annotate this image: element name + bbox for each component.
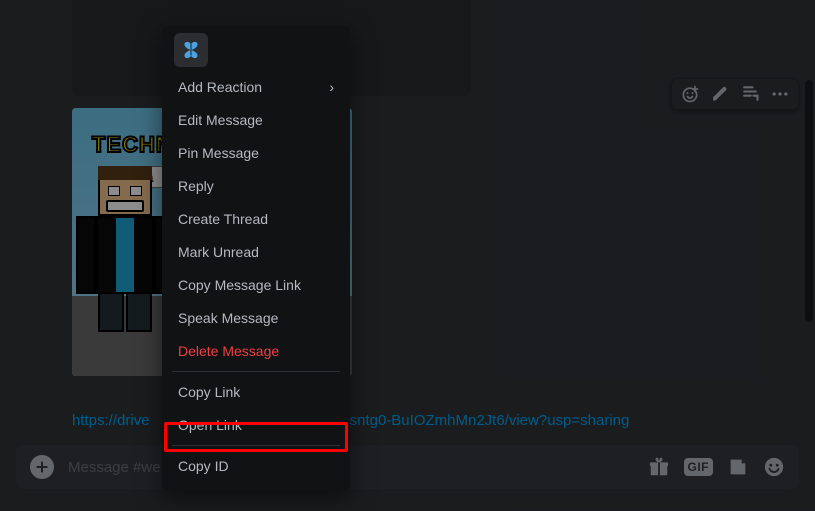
menu-label: Reply bbox=[178, 178, 214, 194]
menu-copy-message-link[interactable]: Copy Message Link bbox=[170, 269, 342, 301]
menu-label: Open Link bbox=[178, 417, 242, 433]
menu-copy-link[interactable]: Copy Link bbox=[170, 376, 342, 408]
menu-pin-message[interactable]: Pin Message bbox=[170, 137, 342, 169]
menu-label: Mark Unread bbox=[178, 244, 259, 260]
context-menu: Add Reaction › Edit Message Pin Message … bbox=[162, 26, 350, 491]
menu-mark-unread[interactable]: Mark Unread bbox=[170, 236, 342, 268]
menu-label: Speak Message bbox=[178, 310, 278, 326]
menu-open-link[interactable]: Open Link bbox=[170, 409, 342, 441]
menu-add-reaction[interactable]: Add Reaction › bbox=[170, 71, 342, 103]
menu-separator bbox=[172, 445, 340, 446]
menu-label: Copy ID bbox=[178, 458, 229, 474]
menu-reply[interactable]: Reply bbox=[170, 170, 342, 202]
menu-label: Add Reaction bbox=[178, 79, 262, 95]
butterfly-icon bbox=[180, 39, 202, 61]
modal-overlay[interactable] bbox=[0, 0, 815, 511]
menu-create-thread[interactable]: Create Thread bbox=[170, 203, 342, 235]
menu-label: Copy Message Link bbox=[178, 277, 301, 293]
menu-label: Copy Link bbox=[178, 384, 240, 400]
chevron-right-icon: › bbox=[329, 79, 334, 95]
menu-label: Delete Message bbox=[178, 343, 279, 359]
menu-speak-message[interactable]: Speak Message bbox=[170, 302, 342, 334]
menu-separator bbox=[172, 371, 340, 372]
quick-reactions-row bbox=[170, 34, 342, 70]
menu-delete-message[interactable]: Delete Message bbox=[170, 335, 342, 367]
quick-reaction-butterfly[interactable] bbox=[174, 33, 208, 67]
menu-edit-message[interactable]: Edit Message bbox=[170, 104, 342, 136]
menu-label: Edit Message bbox=[178, 112, 263, 128]
menu-copy-id[interactable]: Copy ID bbox=[170, 450, 342, 482]
menu-label: Create Thread bbox=[178, 211, 268, 227]
menu-label: Pin Message bbox=[178, 145, 259, 161]
